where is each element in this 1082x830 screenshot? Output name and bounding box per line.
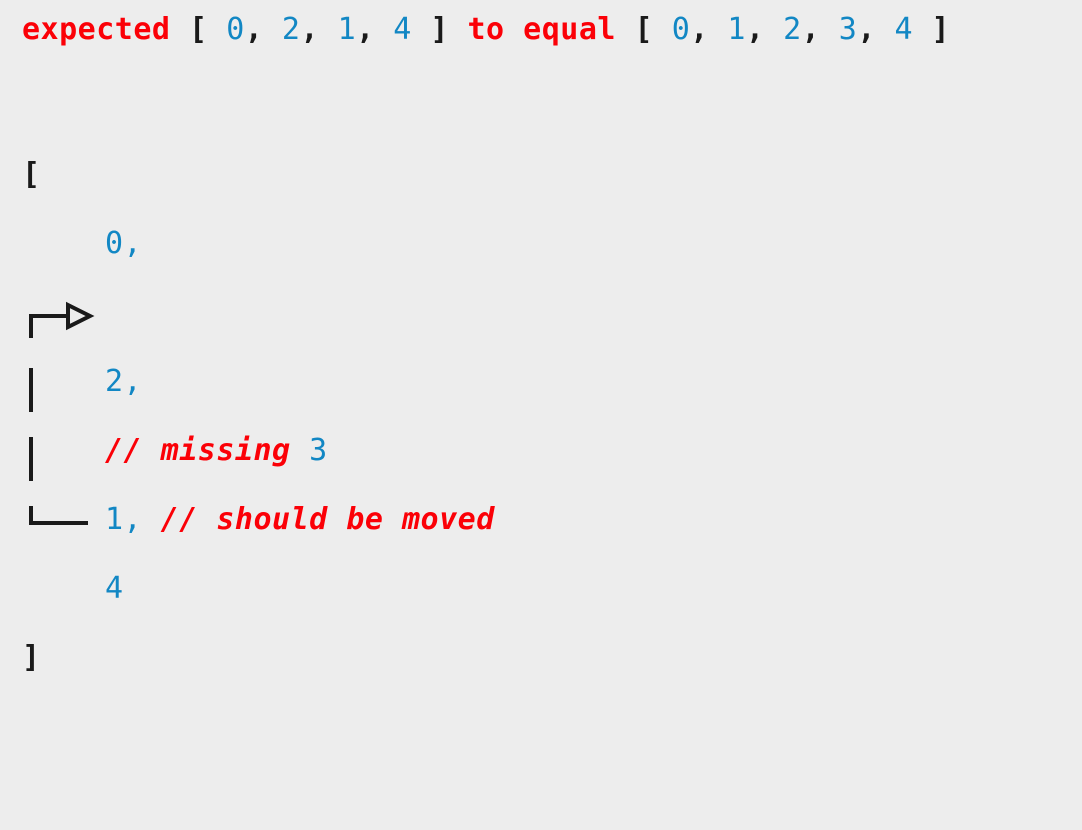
expected-keyword: expected: [22, 12, 171, 47]
expected-open-bracket: [: [616, 12, 672, 47]
expected-value-2: 2: [783, 12, 802, 47]
missing-comment-text: // missing: [105, 433, 291, 468]
diff-line-two: 2,: [0, 347, 1082, 416]
comma: ,: [801, 12, 839, 47]
actual-open-bracket: [: [170, 12, 227, 47]
diff-missing-annotation: // missing 3: [105, 416, 328, 485]
actual-close-bracket: ]: [411, 12, 468, 47]
comma: ,: [356, 12, 394, 47]
actual-value-3: 4: [393, 12, 412, 47]
diff-line-arrow: [0, 278, 1082, 347]
diff-block: [ 0, 2, // missing 3 1, // should be mov…: [0, 140, 1082, 702]
comma: ,: [745, 12, 784, 47]
diff-line-open: [: [0, 140, 1082, 209]
expected-value-1: 1: [727, 12, 746, 47]
expected-value-0: 0: [671, 12, 691, 47]
diff-close-bracket: ]: [22, 640, 41, 675]
comma: ,: [300, 12, 338, 47]
diff-value-four: 4: [105, 571, 124, 606]
diff-line-zero: 0,: [0, 209, 1082, 278]
moved-comment-text: // should be moved: [142, 502, 495, 537]
expected-close-bracket: ]: [913, 12, 951, 47]
diff-line-four: 4: [0, 554, 1082, 623]
diff-value-zero: 0,: [105, 226, 143, 261]
expected-value-3: 3: [838, 12, 858, 47]
missing-number: 3: [290, 433, 328, 468]
assertion-message: expected [ 0, 2, 1, 4 ] to equal [ 0, 1,…: [22, 8, 950, 52]
comma: ,: [244, 12, 282, 47]
actual-value-1: 2: [281, 12, 301, 47]
to-equal-keyword: to equal: [467, 12, 616, 47]
diff-line-close: ]: [0, 623, 1082, 692]
comma: ,: [857, 12, 895, 47]
diff-value-two: 2,: [105, 364, 143, 399]
diff-line-missing: // missing 3: [0, 416, 1082, 485]
diff-line-one: 1, // should be moved: [0, 485, 1082, 554]
actual-value-2: 1: [337, 12, 357, 47]
expected-value-4: 4: [894, 12, 913, 47]
diff-moved-row: 1, // should be moved: [105, 485, 495, 554]
actual-value-0: 0: [226, 12, 245, 47]
diff-open-bracket: [: [22, 157, 41, 192]
diff-value-one: 1,: [105, 502, 143, 537]
comma: ,: [690, 12, 728, 47]
